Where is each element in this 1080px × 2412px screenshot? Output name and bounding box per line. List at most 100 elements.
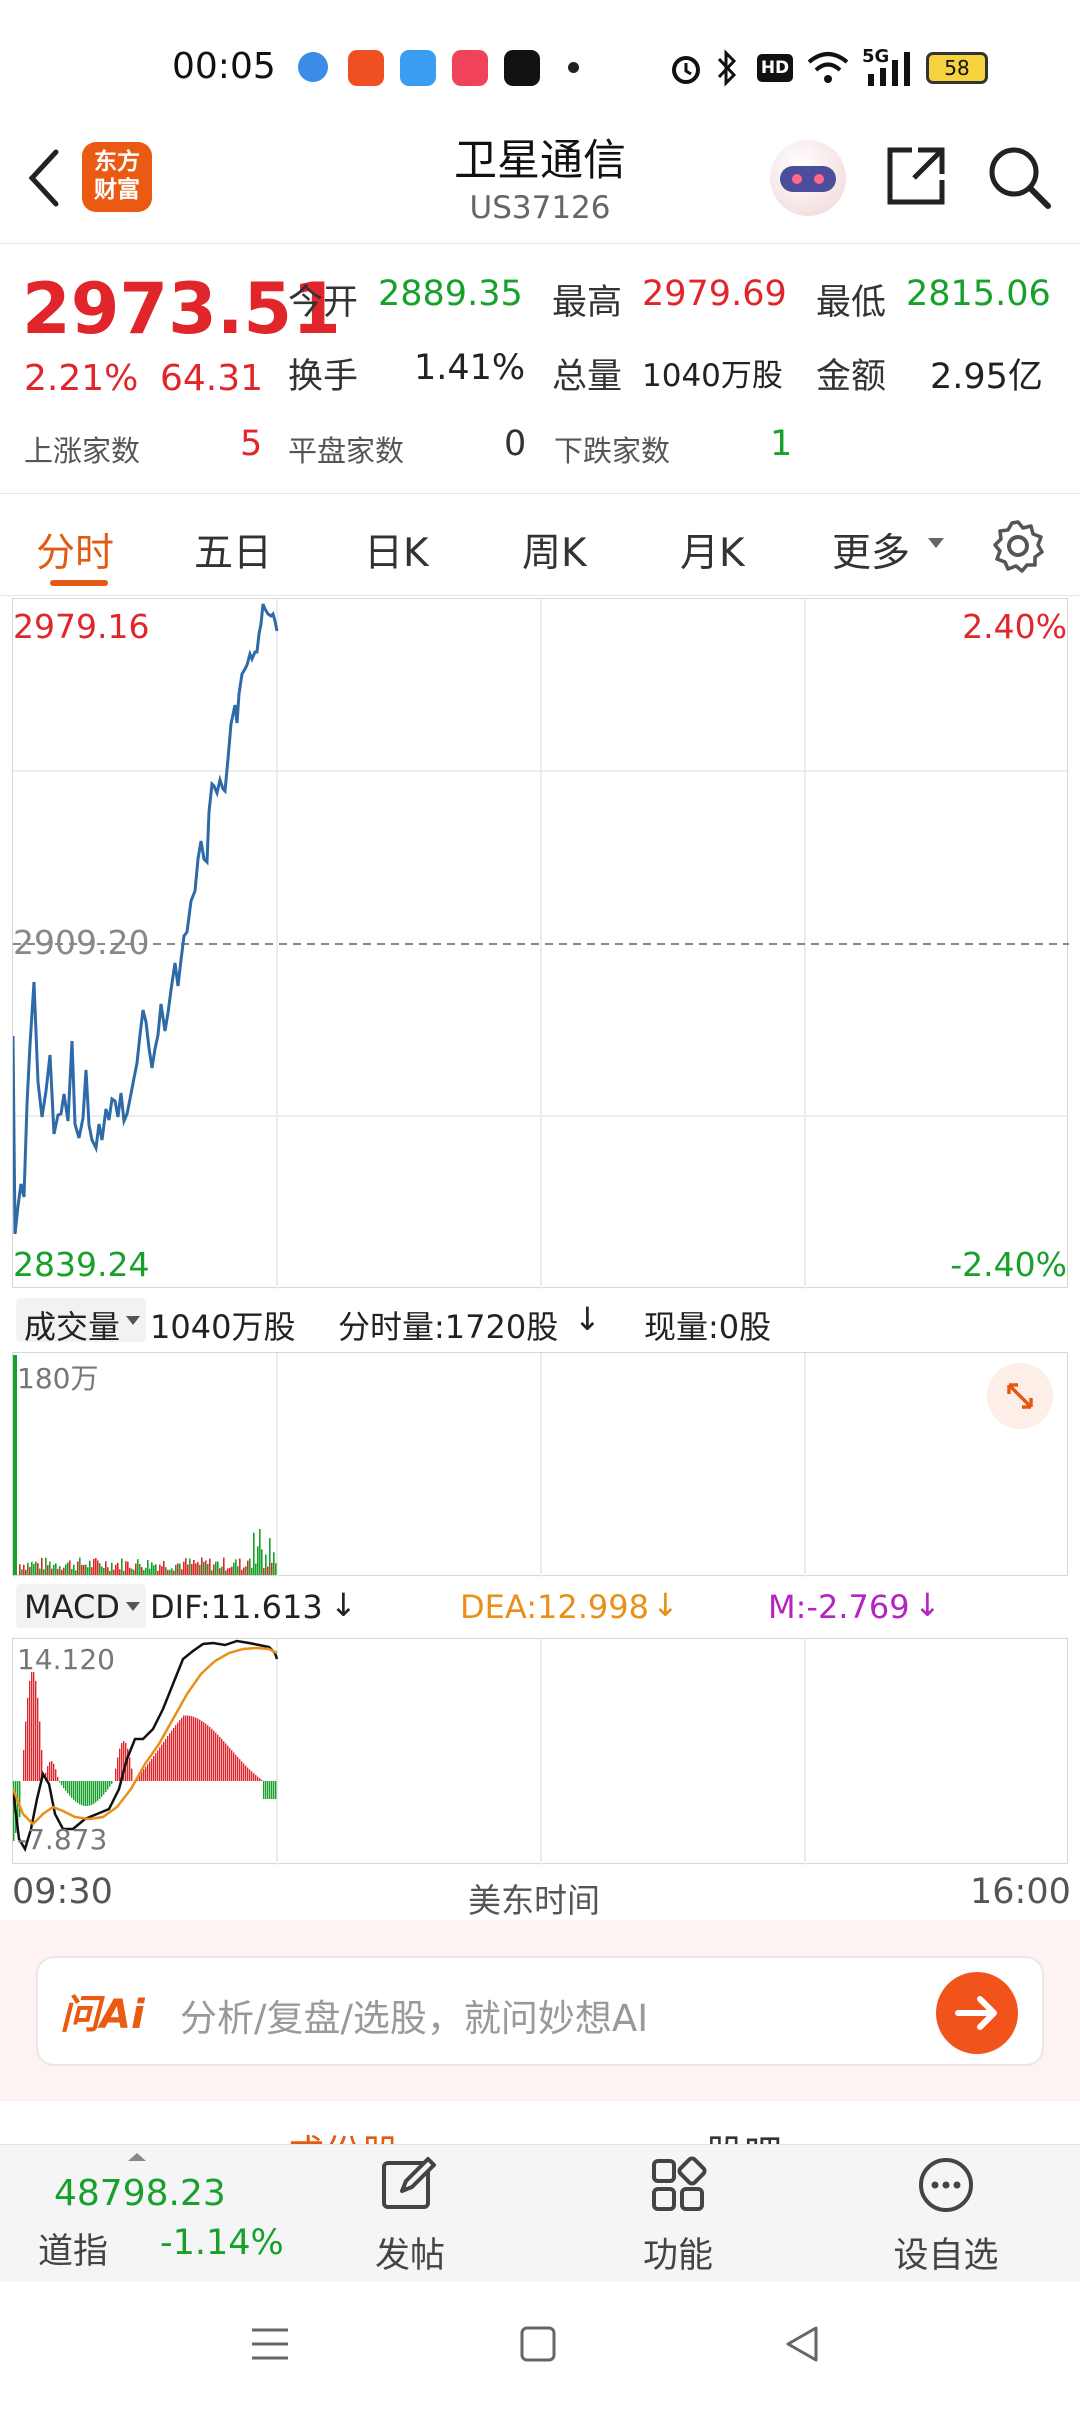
index-ticker[interactable]: 48798.23 道指 -1.14% [0,2145,300,2283]
volume-bar [231,1566,233,1575]
volume-bar [249,1558,251,1575]
volume-axis-max: 180万 [17,1362,99,1395]
macd-bar [213,1730,215,1781]
minute-volume-arrow-icon: ↓ [574,1300,601,1338]
volume-bar [207,1563,209,1575]
open-value: 2889.35 [378,274,523,314]
macd-bar [219,1736,221,1781]
macd-bar [53,1763,55,1781]
menu-icon[interactable] [248,2324,292,2364]
macd-chart[interactable]: 14.120 -7.873 [12,1638,1068,1865]
volume-bar [47,1565,49,1575]
back-nav-icon[interactable] [782,2324,822,2364]
macd-bar [201,1720,203,1781]
volume-bar [165,1567,167,1575]
tab-five-day[interactable]: 五日 [194,522,272,578]
ai-submit-button[interactable] [936,1972,1018,2054]
tab-monthly-k[interactable]: 月K [680,522,745,578]
function-button[interactable]: 功能 [608,2145,748,2283]
volume-bar [59,1566,61,1575]
dif-arrow-icon: ↓ [330,1586,357,1624]
ai-input-box[interactable]: 问Ai 分析/复盘/选股，就问妙想AI [36,1956,1044,2066]
volume-bar [65,1564,67,1575]
volume-bar [19,1564,21,1575]
macd-bar [105,1781,107,1793]
share-icon[interactable] [884,144,948,208]
top-price-label: 2979.16 [13,607,150,646]
time-end: 16:00 [970,1872,1071,1912]
tab-weekly-k[interactable]: 周K [522,522,587,578]
macd-bar [75,1781,77,1802]
macd-bar [215,1732,217,1781]
volume-bar [79,1557,81,1575]
volume-selector[interactable]: 成交量 [16,1298,146,1346]
macd-bar [273,1781,275,1799]
volume-bar [27,1562,29,1575]
volume-bar [127,1561,129,1575]
edit-icon [382,2157,436,2209]
amount-label: 金额 [816,357,887,397]
macd-selector[interactable]: MACD [16,1584,146,1628]
volume-selector-label: 成交量 [24,1308,121,1346]
macd-bar [221,1738,223,1781]
volume-bar [81,1564,83,1575]
volume-bar [23,1564,25,1575]
back-icon[interactable] [24,148,64,208]
app2-icon [348,50,384,86]
home-icon[interactable] [518,2324,558,2364]
macd-bar [85,1781,87,1806]
amount-value: 2.95亿 [930,357,1043,397]
volume-bar [169,1569,171,1575]
macd-bar [177,1722,179,1781]
volume-bar [195,1563,197,1575]
volume-bar [237,1566,239,1575]
volume-bar [43,1569,45,1575]
post-label: 发帖 [374,2236,445,2276]
tab-daily-k[interactable]: 日K [364,522,429,578]
stock-code: US37126 [469,190,611,226]
tab-forum[interactable]: 股吧 [706,2123,782,2144]
tab-more[interactable]: 更多 [832,522,910,578]
volume-bar [95,1558,97,1575]
macd-bar [241,1761,243,1781]
macd-bar [233,1752,235,1781]
intraday-chart[interactable]: 2979.16 2.40% 2909.20 2839.24 -2.40% [12,598,1069,1289]
volume-bar [171,1568,173,1575]
volume-bar [21,1569,23,1575]
battery-icon: 58 [926,52,988,84]
volume-chart[interactable]: 180万 [12,1352,1068,1577]
hd-icon: HD [757,54,793,82]
macd-bar [29,1680,31,1781]
volume-bar [37,1563,39,1575]
macd-bar [83,1781,85,1806]
search-icon[interactable] [986,144,1052,210]
add-watchlist-label: 设自选 [893,2236,999,2276]
macd-bar [95,1781,97,1803]
ai-input-placeholder[interactable]: 分析/复盘/选股，就问妙想AI [180,1988,648,2042]
post-button[interactable]: 发帖 [340,2145,480,2283]
status-time: 00:05 [172,46,276,87]
high-label: 最高 [552,283,623,323]
volume-bar [211,1570,213,1575]
volume-bar [251,1567,253,1575]
stock-title: 卫星通信 [454,136,626,186]
macd-selector-label: MACD [24,1588,120,1626]
macd-bar [151,1758,153,1781]
macd-bar [73,1781,75,1800]
volume-bar [265,1554,267,1575]
volume-bar [255,1563,257,1575]
volume-bar [217,1561,219,1575]
tab-intraday[interactable]: 分时 [36,522,114,578]
ai-robot-icon[interactable] [770,140,846,216]
volume-bar [177,1563,179,1575]
volume-bar [247,1560,249,1575]
volume-bar [145,1567,147,1575]
tab-constituents[interactable]: 成份股 [286,2123,400,2144]
volume-bar [253,1532,255,1575]
volume-bar [239,1558,241,1575]
add-watchlist-button[interactable]: 设自选 [876,2145,1016,2283]
macd-bar [253,1773,255,1781]
expand-icon[interactable] [987,1363,1053,1429]
gear-icon[interactable] [990,518,1046,574]
volume-bar [71,1569,73,1575]
